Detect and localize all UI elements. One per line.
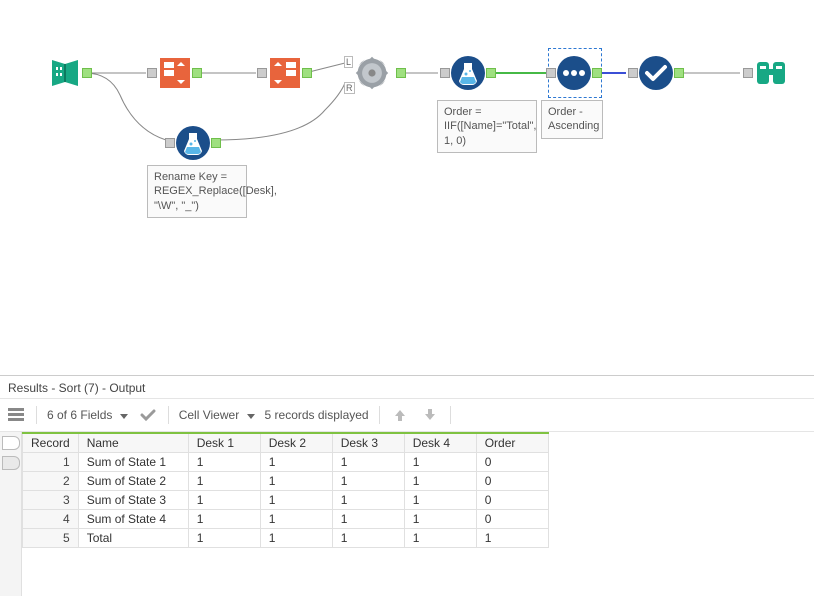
cell-name: Sum of State 4 — [78, 510, 188, 529]
cell-desk3: 1 — [332, 453, 404, 472]
col-header-desk2[interactable]: Desk 2 — [260, 433, 332, 453]
input-anchor[interactable] — [147, 68, 157, 78]
input-anchor[interactable] — [546, 68, 556, 78]
layout-icon[interactable] — [6, 405, 26, 425]
join-tool[interactable] — [354, 55, 390, 91]
chevron-down-icon — [247, 414, 255, 419]
crosstab-tool[interactable] — [267, 55, 303, 91]
col-header-desk4[interactable]: Desk 4 — [404, 433, 476, 453]
col-header-record[interactable]: Record — [23, 433, 79, 453]
cell-order: 0 — [476, 472, 548, 491]
cell-name: Sum of State 2 — [78, 472, 188, 491]
results-title: Results - Sort (7) - Output — [0, 376, 814, 399]
cell-record: 4 — [23, 510, 79, 529]
output-anchor[interactable] — [486, 68, 496, 78]
browse-tool[interactable] — [753, 55, 789, 91]
cell-desk3: 1 — [332, 529, 404, 548]
input-anchor[interactable] — [628, 68, 638, 78]
join-left-label: L — [344, 56, 353, 68]
cell-desk3: 1 — [332, 491, 404, 510]
results-grid[interactable]: Record Name Desk 1 Desk 2 Desk 3 Desk 4 … — [22, 432, 814, 596]
fields-label: 6 of 6 Fields — [47, 408, 112, 422]
cell-desk4: 1 — [404, 472, 476, 491]
input-anchor[interactable] — [440, 68, 450, 78]
cell-desk2: 1 — [260, 491, 332, 510]
gutter-tab[interactable] — [2, 436, 20, 450]
col-header-order[interactable]: Order — [476, 433, 548, 453]
input-anchor[interactable] — [257, 68, 267, 78]
cell-desk2: 1 — [260, 529, 332, 548]
cell-desk2: 1 — [260, 472, 332, 491]
output-anchor[interactable] — [211, 138, 221, 148]
table-row[interactable]: 2Sum of State 211110 — [23, 472, 549, 491]
input-anchor[interactable] — [743, 68, 753, 78]
output-anchor[interactable] — [302, 68, 312, 78]
output-anchor[interactable] — [192, 68, 202, 78]
records-label: 5 records displayed — [265, 408, 369, 422]
sort-tool[interactable] — [556, 55, 592, 91]
results-toolbar: 6 of 6 Fields Cell Viewer 5 records disp… — [0, 399, 814, 432]
cell-desk1: 1 — [188, 510, 260, 529]
cell-desk1: 1 — [188, 453, 260, 472]
output-anchor[interactable] — [674, 68, 684, 78]
cell-desk4: 1 — [404, 453, 476, 472]
cell-desk4: 1 — [404, 491, 476, 510]
transpose-tool[interactable] — [157, 55, 193, 91]
cell-viewer-dropdown[interactable]: Cell Viewer — [179, 408, 255, 422]
tool-annotation: Order = IIF([Name]="Total", 1, 0) — [437, 100, 537, 153]
input-data-tool[interactable] — [47, 55, 83, 91]
arrow-down-icon[interactable] — [420, 405, 440, 425]
table-row[interactable]: 3Sum of State 311110 — [23, 491, 549, 510]
chevron-down-icon — [120, 414, 128, 419]
col-header-desk1[interactable]: Desk 1 — [188, 433, 260, 453]
formula-tool[interactable] — [450, 55, 486, 91]
cell-record: 1 — [23, 453, 79, 472]
table-row[interactable]: 5Total11111 — [23, 529, 549, 548]
cell-record: 2 — [23, 472, 79, 491]
cell-desk1: 1 — [188, 529, 260, 548]
check-icon[interactable] — [138, 405, 158, 425]
cell-desk2: 1 — [260, 453, 332, 472]
tool-annotation: Order - Ascending — [541, 100, 603, 139]
join-right-label: R — [344, 82, 355, 94]
cell-name: Sum of State 1 — [78, 453, 188, 472]
cell-order: 1 — [476, 529, 548, 548]
input-anchor[interactable] — [165, 138, 175, 148]
results-panel: Results - Sort (7) - Output 6 of 6 Field… — [0, 375, 814, 598]
cell-order: 0 — [476, 453, 548, 472]
cell-viewer-label: Cell Viewer — [179, 408, 239, 422]
select-tool[interactable] — [638, 55, 674, 91]
cell-order: 0 — [476, 510, 548, 529]
cell-record: 3 — [23, 491, 79, 510]
cell-desk4: 1 — [404, 510, 476, 529]
output-anchor[interactable] — [82, 68, 92, 78]
cell-desk1: 1 — [188, 472, 260, 491]
cell-name: Sum of State 3 — [78, 491, 188, 510]
cell-desk4: 1 — [404, 529, 476, 548]
results-gutter — [0, 432, 22, 596]
col-header-desk3[interactable]: Desk 3 — [332, 433, 404, 453]
cell-order: 0 — [476, 491, 548, 510]
cell-desk3: 1 — [332, 472, 404, 491]
output-anchor[interactable] — [396, 68, 406, 78]
table-row[interactable]: 1Sum of State 111110 — [23, 453, 549, 472]
cell-record: 5 — [23, 529, 79, 548]
table-row[interactable]: 4Sum of State 411110 — [23, 510, 549, 529]
cell-desk2: 1 — [260, 510, 332, 529]
tool-annotation: Rename Key = REGEX_Replace([Desk], "\W",… — [147, 165, 247, 218]
formula-tool[interactable] — [175, 125, 211, 161]
fields-dropdown[interactable]: 6 of 6 Fields — [47, 408, 128, 422]
cell-name: Total — [78, 529, 188, 548]
col-header-name[interactable]: Name — [78, 433, 188, 453]
cell-desk1: 1 — [188, 491, 260, 510]
output-anchor[interactable] — [592, 68, 602, 78]
workflow-canvas[interactable]: L R — [0, 0, 814, 370]
arrow-up-icon[interactable] — [390, 405, 410, 425]
cell-desk3: 1 — [332, 510, 404, 529]
gutter-tab[interactable] — [2, 456, 20, 470]
